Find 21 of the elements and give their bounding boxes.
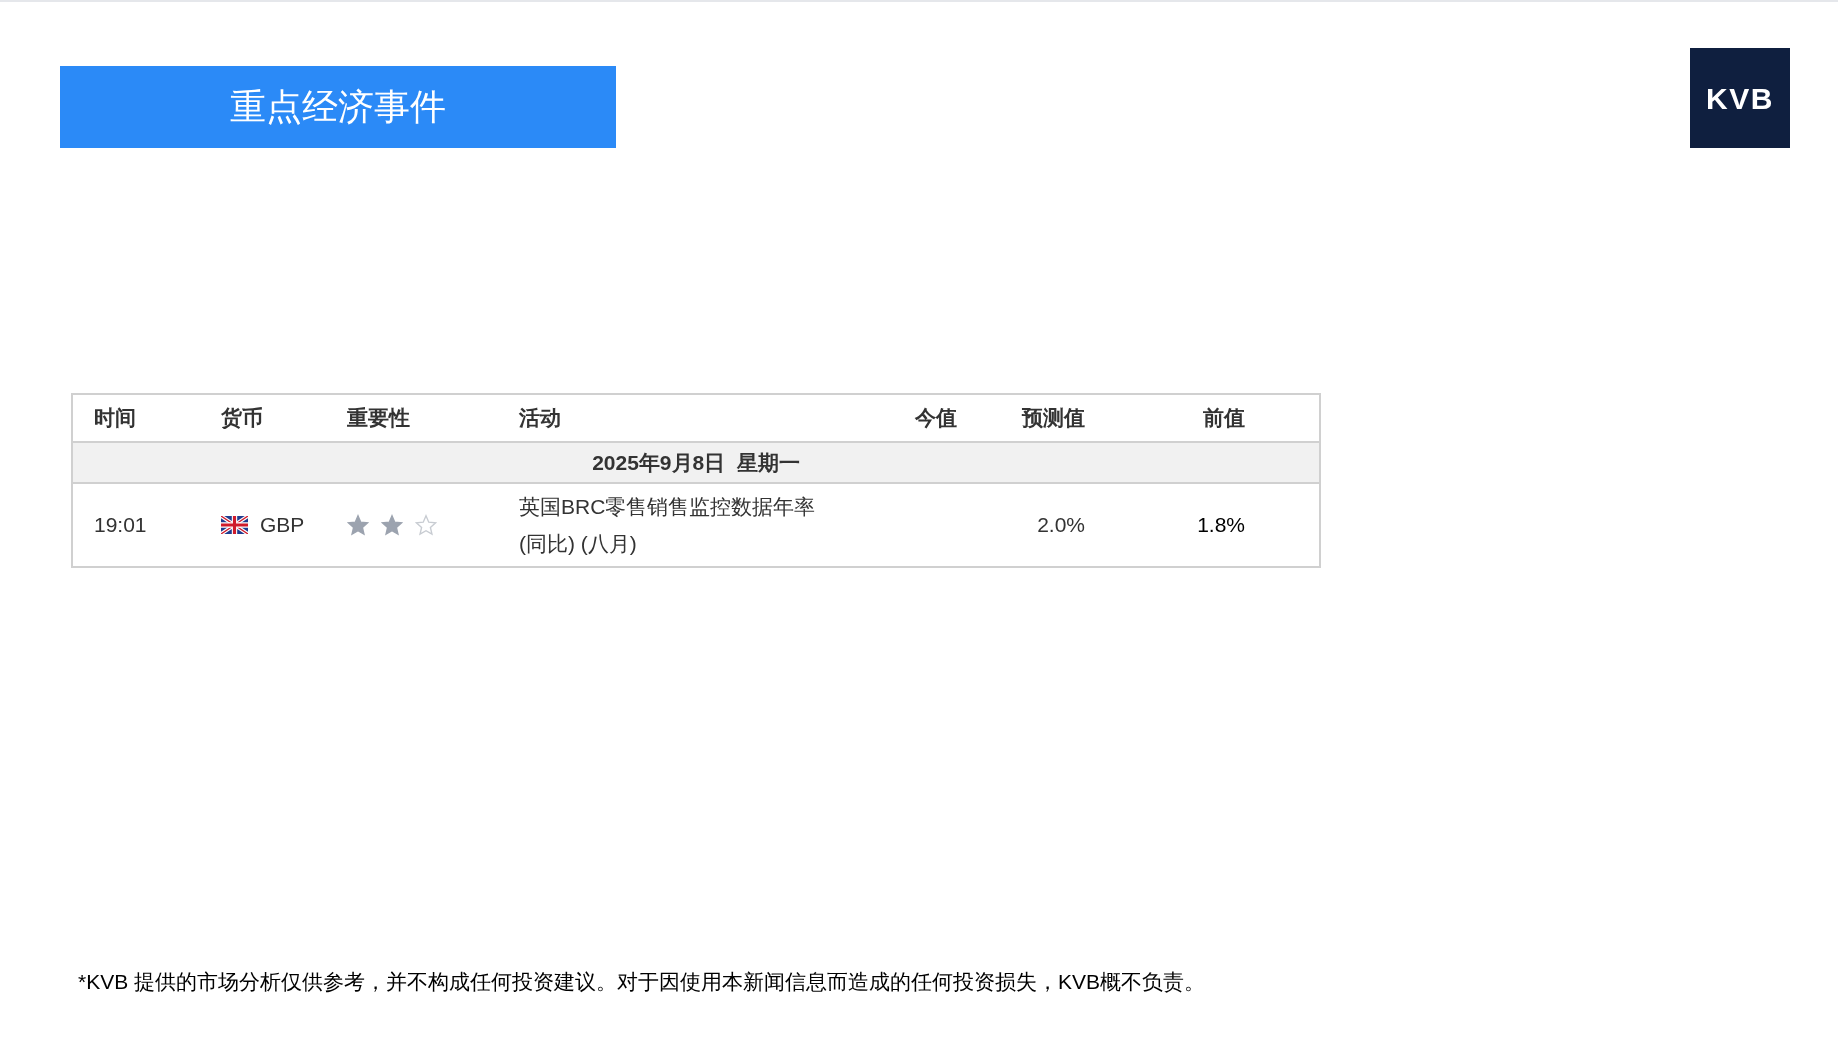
column-header: 今值 — [915, 406, 957, 430]
empty-star-icon — [415, 514, 437, 536]
currency-cell-text: GBP — [260, 512, 305, 539]
forecast-cell: 2.0% — [1037, 513, 1085, 537]
filled-star-icon — [381, 514, 403, 536]
logo: KVB — [1690, 48, 1790, 148]
time-cell: 19:01 — [94, 513, 147, 537]
column-header: 重要性 — [347, 406, 410, 430]
column-header: 前值 — [1203, 406, 1245, 430]
column-header: 时间 — [94, 406, 136, 430]
previous-cell: 1.8% — [1197, 513, 1245, 537]
date-row: 2025年9月8日 星期一 — [73, 441, 1319, 484]
flag-icon — [221, 516, 248, 534]
title-banner: 重点经济事件 — [60, 66, 616, 148]
disclaimer-text: *KVB 提供的市场分析仅供参考，并不构成任何投资建议。对于因使用本新闻信息而造成的任何投资损失，KVB概不负责。 — [78, 970, 1206, 993]
filled-star-icon — [347, 514, 369, 536]
event-detail: (同比) (八月) — [519, 531, 638, 557]
column-header: 活动 — [519, 406, 561, 430]
event-title: 英国BRC零售销售监控数据年率 — [519, 494, 817, 520]
column-header: 货币 — [221, 406, 263, 430]
column-header: 预测值 — [1022, 406, 1085, 430]
